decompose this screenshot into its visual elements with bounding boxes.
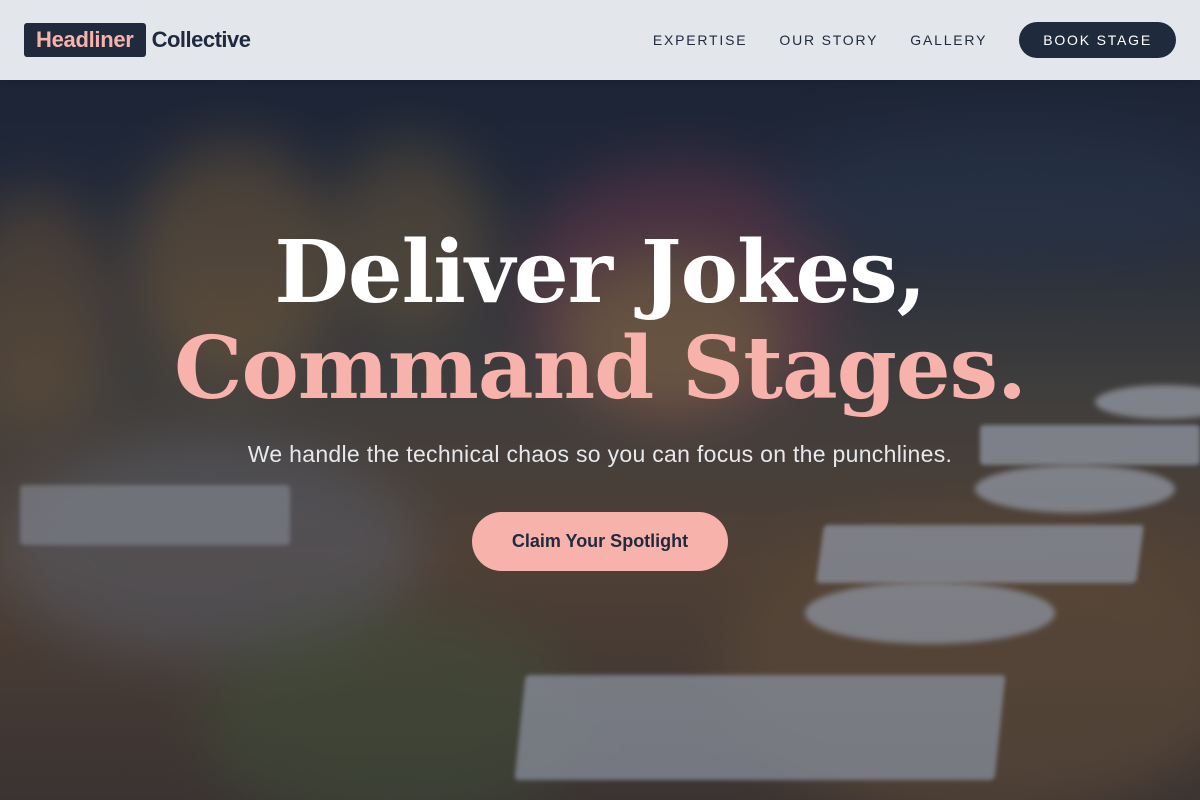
hero-title-line2: Command Stages.	[174, 318, 1027, 419]
logo-text: Collective	[151, 27, 251, 52]
logo-badge: Headliner	[24, 23, 146, 57]
hero-subtitle: We handle the technical chaos so you can…	[247, 441, 953, 467]
hero-content: Deliver Jokes, Command Stages. We handle…	[0, 225, 1200, 571]
book-stage-button[interactable]: BOOK STAGE	[1019, 22, 1176, 58]
hero-title-line1: Deliver Jokes,	[274, 222, 926, 323]
site-header: Headliner Collective EXPERTISE OUR STORY…	[0, 0, 1200, 80]
hero-title: Deliver Jokes, Command Stages.	[0, 225, 1200, 417]
main-nav: EXPERTISE OUR STORY GALLERY BOOK STAGE	[621, 22, 1176, 58]
nav-gallery[interactable]: GALLERY	[910, 32, 987, 48]
claim-spotlight-button[interactable]: Claim Your Spotlight	[471, 512, 729, 571]
nav-our-story[interactable]: OUR STORY	[779, 32, 878, 48]
nav-expertise[interactable]: EXPERTISE	[653, 32, 748, 48]
logo[interactable]: Headliner Collective	[24, 23, 251, 57]
